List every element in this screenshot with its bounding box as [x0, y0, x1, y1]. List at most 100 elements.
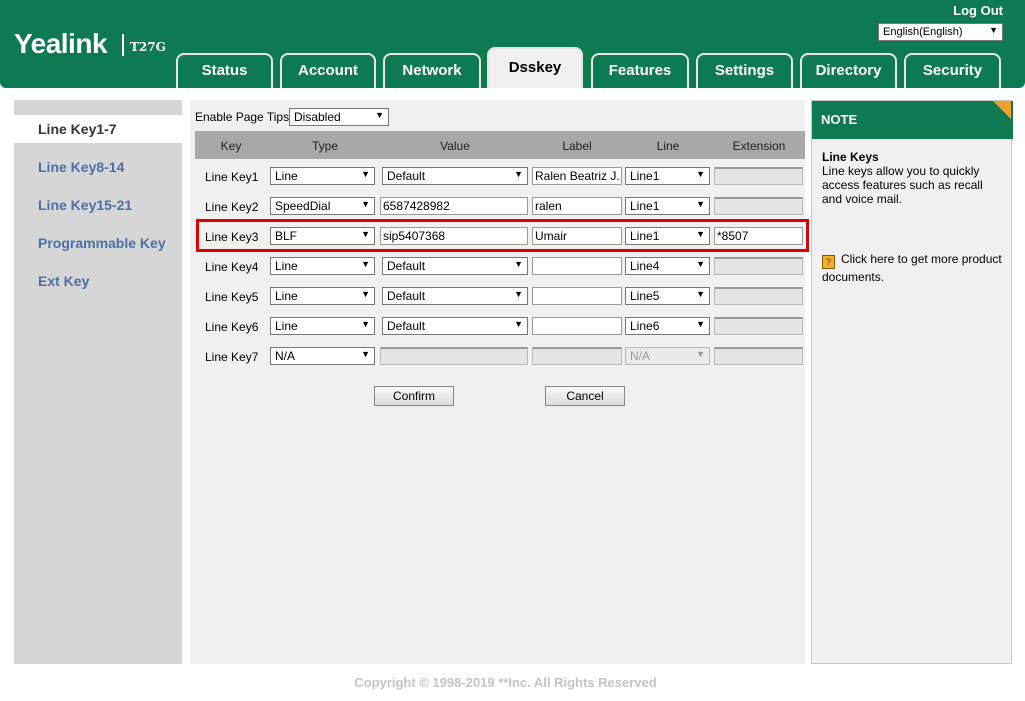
chevron-down-icon: ▼: [514, 319, 523, 329]
type-select[interactable]: Line ▼: [270, 287, 375, 305]
value-select[interactable]: Default ▼: [382, 287, 528, 305]
line-select[interactable]: N/A ▼: [625, 347, 710, 365]
product-documents-text: Click here to get more product documents…: [822, 252, 1002, 284]
sidebar-item-line-key8-14[interactable]: Line Key8-14: [38, 159, 124, 175]
tab-directory[interactable]: Directory: [800, 53, 897, 88]
extension-input[interactable]: *8507: [714, 227, 803, 245]
label-input[interactable]: [532, 317, 622, 335]
table-header: Key Type Value Label Line Extension: [195, 131, 805, 159]
value-input[interactable]: 6587428982: [380, 197, 528, 215]
tab-network[interactable]: Network: [383, 53, 481, 88]
tab-settings[interactable]: Settings: [696, 53, 793, 88]
tab-dsskey[interactable]: Dsskey: [487, 47, 583, 88]
page-tips-value: Disabled: [294, 110, 341, 124]
value-text: Default: [387, 169, 426, 183]
line-value: Line5: [630, 289, 660, 303]
line-value: Line1: [630, 199, 660, 213]
sidebar-item-ext-key[interactable]: Ext Key: [38, 273, 89, 289]
type-select[interactable]: Line ▼: [270, 167, 375, 185]
note-title: Line Keys: [822, 150, 879, 164]
label-input[interactable]: Umair: [532, 227, 622, 245]
value-input[interactable]: [380, 347, 528, 365]
label-input[interactable]: [532, 257, 622, 275]
row-key-label: Line Key7: [205, 350, 259, 364]
value-text: Default: [387, 319, 426, 333]
chevron-down-icon: ▼: [361, 259, 370, 269]
chevron-down-icon: ▼: [361, 169, 370, 179]
sidebar-item-line-key15-21[interactable]: Line Key15-21: [38, 197, 132, 213]
note-text: Line keys allow you to quickly access fe…: [822, 164, 983, 206]
document-icon: ?: [822, 255, 835, 269]
sidebar-item-line-key1-7[interactable]: Line Key1-7: [14, 115, 182, 143]
label-input[interactable]: [532, 287, 622, 305]
sidebar-item-programmable-key[interactable]: Programmable Key: [38, 235, 166, 251]
line-select[interactable]: Line6 ▼: [625, 317, 710, 335]
column-header-value: Value: [440, 139, 470, 153]
chevron-down-icon: ▼: [361, 229, 370, 239]
extension-input[interactable]: [714, 197, 803, 215]
page-tips-select[interactable]: Disabled ▼: [289, 108, 389, 126]
value-input[interactable]: sip5407368: [380, 227, 528, 245]
value-text: Default: [387, 259, 426, 273]
label-input[interactable]: [532, 347, 622, 365]
page-tips-label: Enable Page Tips: [195, 110, 290, 124]
line-select[interactable]: Line1 ▼: [625, 197, 710, 215]
label-input[interactable]: ralen: [532, 197, 622, 215]
tab-account[interactable]: Account: [280, 53, 376, 88]
type-select[interactable]: Line ▼: [270, 257, 375, 275]
line-value: Line4: [630, 259, 660, 273]
chevron-down-icon: ▼: [989, 25, 998, 35]
confirm-button[interactable]: Confirm: [374, 386, 454, 406]
type-value: BLF: [275, 229, 298, 243]
value-select[interactable]: Default ▼: [382, 257, 528, 275]
tab-features[interactable]: Features: [591, 53, 689, 88]
extension-input[interactable]: [714, 317, 803, 335]
line-select[interactable]: Line1 ▼: [625, 167, 710, 185]
label-input[interactable]: Ralen Beatriz J.: [532, 167, 622, 185]
chevron-down-icon: ▼: [696, 289, 705, 299]
type-value: Line: [275, 289, 298, 303]
chevron-down-icon: ▼: [696, 199, 705, 209]
type-select[interactable]: N/A ▼: [270, 347, 375, 365]
type-value: N/A: [275, 349, 296, 363]
note-heading: NOTE: [812, 101, 1013, 139]
type-value: Line: [275, 319, 298, 333]
line-select[interactable]: Line4 ▼: [625, 257, 710, 275]
chevron-down-icon: ▼: [361, 319, 370, 329]
chevron-down-icon: ▼: [514, 259, 523, 269]
type-value: SpeedDial: [275, 199, 331, 213]
tab-status[interactable]: Status: [176, 53, 273, 88]
extension-input[interactable]: [714, 167, 803, 185]
type-select[interactable]: Line ▼: [270, 317, 375, 335]
value-select[interactable]: Default ▼: [382, 317, 528, 335]
line-value: Line1: [630, 169, 660, 183]
tab-security[interactable]: Security: [904, 53, 1001, 88]
chevron-down-icon: ▼: [696, 349, 705, 359]
chevron-down-icon: ▼: [696, 169, 705, 179]
row-key-label: Line Key2: [205, 200, 259, 214]
cancel-button[interactable]: Cancel: [545, 386, 625, 406]
column-header-label: Label: [562, 139, 592, 153]
value-select[interactable]: Default ▼: [382, 167, 528, 185]
chevron-down-icon: ▼: [361, 289, 370, 299]
column-header-key: Key: [220, 139, 242, 153]
chevron-down-icon: ▼: [361, 349, 370, 359]
row-key-label: Line Key6: [205, 320, 259, 334]
line-select[interactable]: Line1 ▼: [625, 227, 710, 245]
type-select[interactable]: BLF ▼: [270, 227, 375, 245]
line-value: Line1: [630, 229, 660, 243]
product-documents-link[interactable]: ? Click here to get more product document…: [822, 251, 1007, 285]
row-key-label: Line Key3: [205, 230, 259, 244]
extension-input[interactable]: [714, 347, 803, 365]
type-select[interactable]: SpeedDial ▼: [270, 197, 375, 215]
extension-input[interactable]: [714, 257, 803, 275]
line-select[interactable]: Line5 ▼: [625, 287, 710, 305]
language-select[interactable]: English(English) ▼: [878, 23, 1003, 41]
row-key-label: Line Key1: [205, 170, 259, 184]
extension-input[interactable]: [714, 287, 803, 305]
line-value: Line6: [630, 319, 660, 333]
row-key-label: Line Key4: [205, 260, 259, 274]
language-value: English(English): [883, 26, 963, 38]
column-header-line: Line: [656, 139, 680, 153]
logout-link[interactable]: Log Out: [953, 3, 1003, 18]
